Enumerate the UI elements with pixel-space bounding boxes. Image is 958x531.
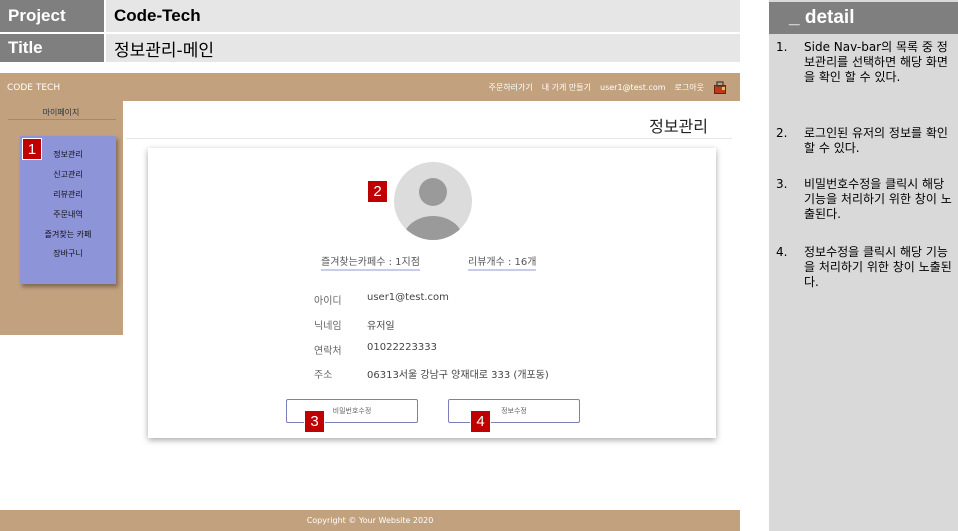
nav-link-order[interactable]: 주문하러가기 [489, 82, 533, 93]
nav-link-logout[interactable]: 로그아웃 [675, 82, 704, 93]
detail-item-2: 2. 로그인된 유저의 정보를 확인 할 수 있다. [776, 126, 956, 156]
detail-item-number: 2. [776, 126, 788, 140]
phone-label: 연락처 [314, 346, 342, 357]
id-value: user1@test.com [367, 292, 449, 303]
user-silhouette-icon [403, 178, 463, 240]
marker-2: 2 [367, 180, 388, 203]
nickname-label: 닉네임 [314, 321, 342, 332]
address-value: 06313서울 강남구 양재대로 333 (개포동) [367, 370, 549, 381]
address-label: 주소 [314, 370, 333, 381]
detail-item-number: 3. [776, 177, 788, 191]
brand-logo[interactable]: CODE TECH [7, 83, 60, 93]
nav-link-user-email[interactable]: user1@test.com [600, 83, 666, 92]
title-divider [126, 138, 732, 139]
review-count: 리뷰개수 : 16개 [468, 253, 537, 271]
id-label: 아이디 [314, 296, 342, 307]
sidebar-item-cart[interactable]: 장바구니 [20, 248, 116, 259]
detail-heading: _ detail [769, 2, 958, 34]
detail-item-text: 정보수정을 클릭시 해당 기능을 처리하기 위한 창이 노출된다. [804, 245, 952, 289]
detail-item-3: 3. 비밀번호수정을 클릭시 해당 기능을 처리하기 위한 창이 노출된다. [776, 177, 956, 222]
nickname-value: 유저일 [367, 321, 395, 332]
detail-item-text: Side Nav-bar의 목록 중 정보관리를 선택하면 해당 화면을 확인 … [804, 40, 948, 84]
detail-list: 1. Side Nav-bar의 목록 중 정보관리를 선택하면 해당 화면을 … [769, 40, 958, 520]
detail-item-number: 1. [776, 40, 788, 54]
project-value: Code-Tech [106, 0, 740, 32]
page-title: 정보관리 [649, 117, 708, 136]
nav-links: 주문하러가기 내 가게 만들기 user1@test.com 로그아웃 [489, 81, 726, 94]
sidebar-item-report[interactable]: 신고관리 [20, 169, 116, 180]
title-label: Title [0, 34, 104, 62]
top-navbar: CODE TECH 주문하러가기 내 가게 만들기 user1@test.com… [0, 73, 740, 101]
detail-item-number: 4. [776, 245, 788, 259]
title-value: 정보관리-메인 [106, 34, 740, 62]
profile-card: 즐겨찾는카페수 : 1지점 리뷰개수 : 16개 아이디 user1@test.… [148, 148, 716, 438]
detail-item-1: 1. Side Nav-bar의 목록 중 정보관리를 선택하면 해당 화면을 … [776, 40, 956, 85]
sidebar-item-orders[interactable]: 주문내역 [20, 209, 116, 220]
sidebar-item-favorite-cafe[interactable]: 즐겨찾는 카페 [20, 229, 116, 240]
detail-item-4: 4. 정보수정을 클릭시 해당 기능을 처리하기 위한 창이 노출된다. [776, 245, 956, 290]
detail-item-text: 로그인된 유저의 정보를 확인 할 수 있다. [804, 126, 948, 155]
cart-icon[interactable] [713, 81, 726, 94]
sidebar-divider [8, 119, 116, 120]
footer: Copyright © Your Website 2020 [0, 510, 740, 531]
nav-link-make-store[interactable]: 내 가게 만들기 [542, 82, 591, 93]
marker-1: 1 [22, 138, 42, 160]
sidebar-item-review[interactable]: 리뷰관리 [20, 189, 116, 200]
favorite-cafe-count: 즐겨찾는카페수 : 1지점 [321, 253, 420, 271]
marker-3: 3 [304, 410, 325, 433]
sidebar-title: 마이페이지 [42, 108, 80, 117]
info-change-button[interactable]: 정보수정 [448, 399, 580, 423]
avatar [394, 162, 472, 240]
marker-4: 4 [470, 410, 491, 433]
detail-item-text: 비밀번호수정을 클릭시 해당 기능을 처리하기 위한 창이 노출된다. [804, 177, 952, 221]
phone-value: 01022223333 [367, 342, 437, 353]
project-label: Project [0, 0, 104, 32]
